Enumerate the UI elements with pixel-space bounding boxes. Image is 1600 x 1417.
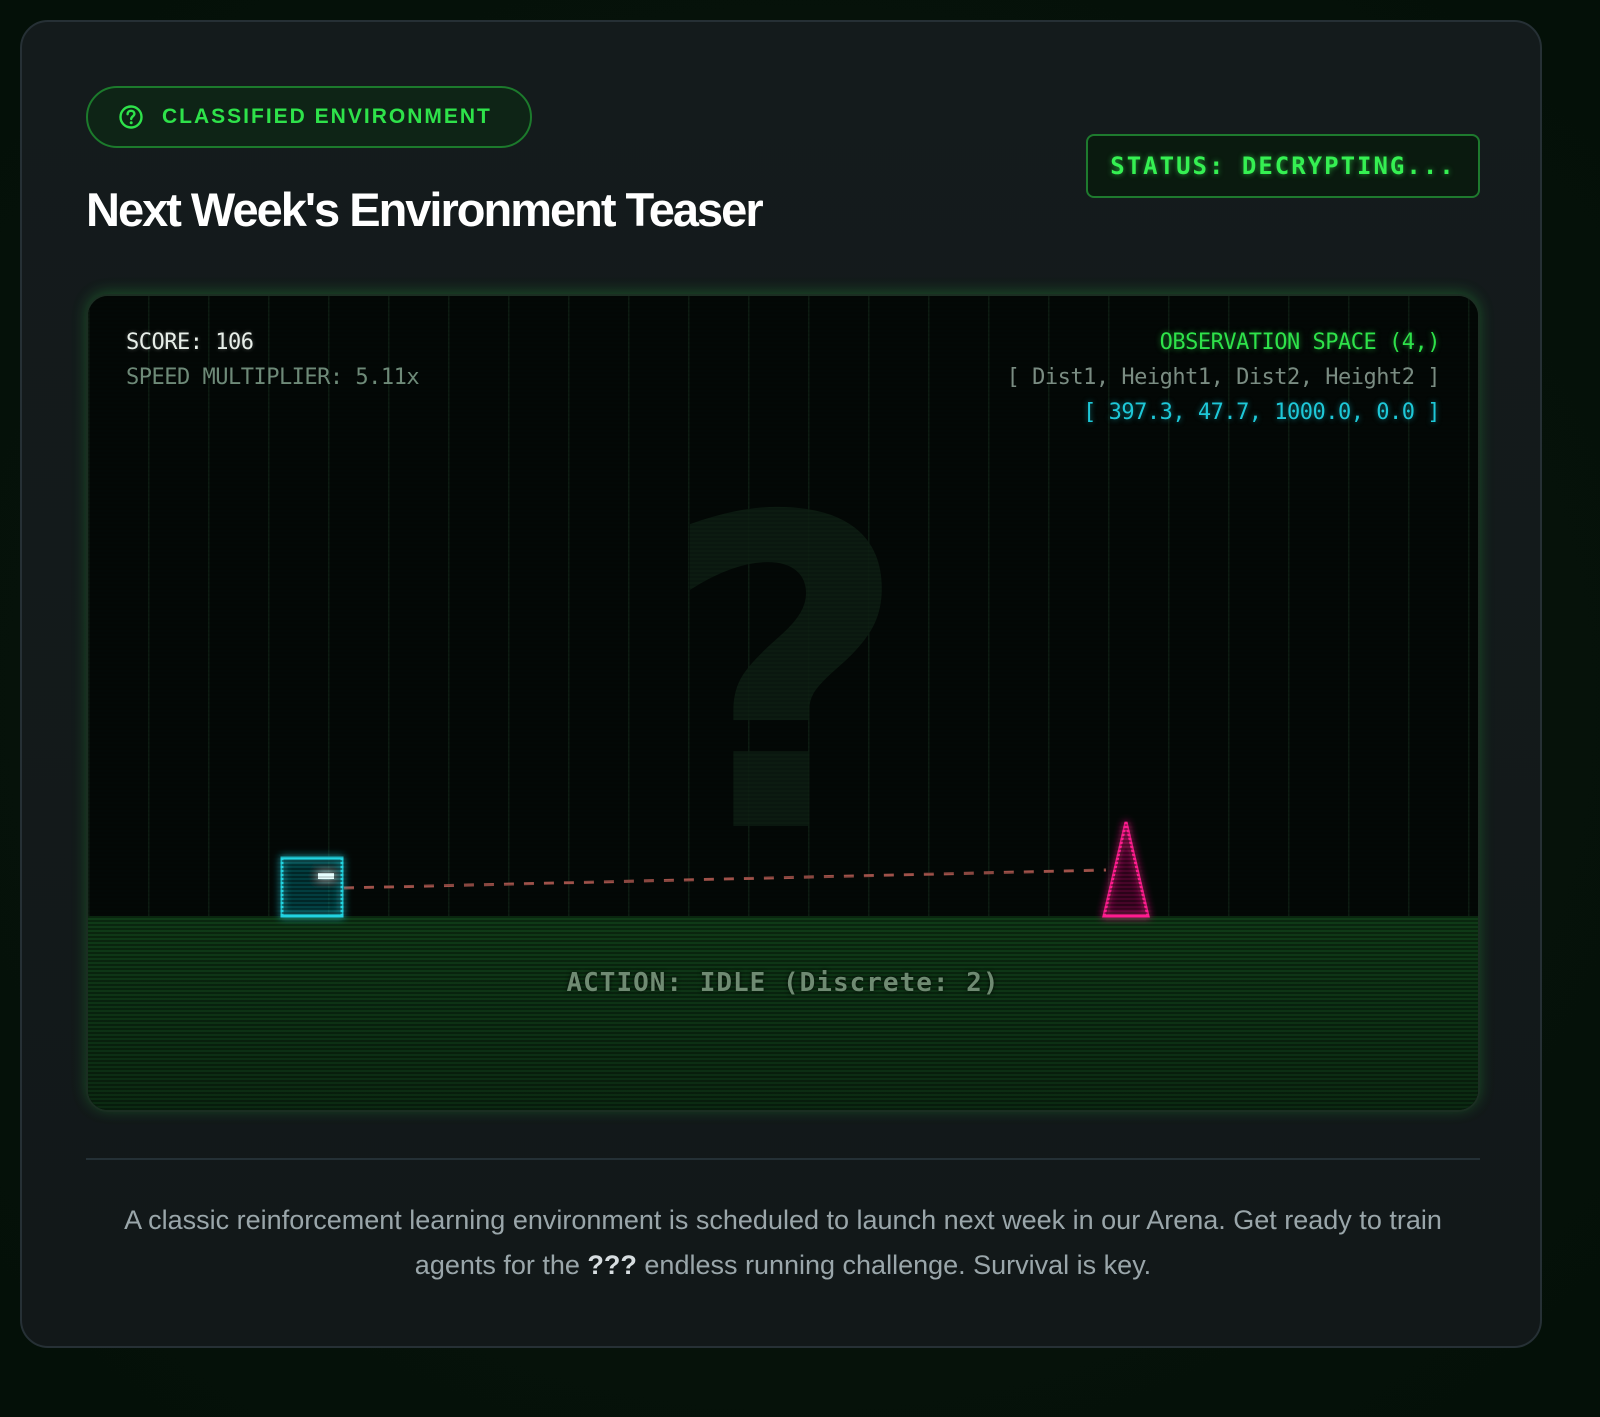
action-readout: ACTION: IDLE (Discrete: 2) [566,968,1000,998]
description-text-after: endless running challenge. Survival is k… [636,1250,1152,1280]
classified-badge: CLASSIFIED ENVIRONMENT [86,86,532,148]
description-highlight: ??? [587,1250,637,1280]
question-circle-icon [119,105,143,129]
teaser-card: CLASSIFIED ENVIRONMENT Next Week's Envir… [20,20,1542,1348]
section-divider [86,1158,1480,1160]
page-title: Next Week's Environment Teaser [86,183,764,236]
status-indicator: STATUS: DECRYPTING... [1086,134,1480,198]
score-readout: SCORE: 106 [126,330,254,355]
speed-multiplier-readout: SPEED MULTIPLIER: 5.11x [126,365,420,390]
badge-label: CLASSIFIED ENVIRONMENT [162,105,492,128]
game-preview-canvas: ? SCORE: 106 SPEED MULTIPLIER: 5.11x OBS… [86,294,1480,1112]
observation-labels: [ Dist1, Height1, Dist2, Height2 ] [1006,365,1441,390]
teaser-description: A classic reinforcement learning environ… [86,1198,1480,1288]
observation-values: [ 397.3, 47.7, 1000.0, 0.0 ] [1083,400,1440,425]
observation-space-title: OBSERVATION SPACE (4,) [1159,330,1441,355]
